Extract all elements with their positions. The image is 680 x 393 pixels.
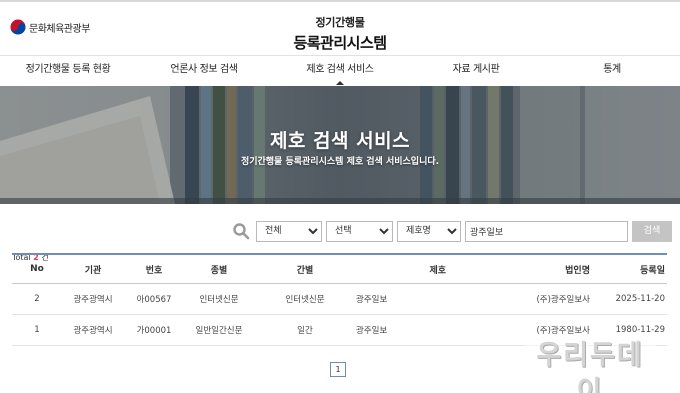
cell-no: 1 bbox=[34, 325, 40, 335]
search-bar: 전체 선택 제호명 검색 bbox=[232, 220, 672, 242]
cell-title[interactable]: 광주일보 bbox=[356, 293, 446, 305]
field-select[interactable]: 제호명 bbox=[397, 220, 461, 242]
cell-title[interactable]: 광주일보 bbox=[356, 324, 446, 336]
cell-frequency: 일간 bbox=[297, 326, 313, 336]
system-title-line1: 정기간행물 bbox=[315, 16, 365, 29]
cell-no: 2 bbox=[34, 294, 40, 304]
cell-kind: 일반일간신문 bbox=[195, 326, 243, 336]
cell-frequency: 인터넷신문 bbox=[285, 295, 325, 305]
nav-item-board[interactable]: 자료 게시판 bbox=[408, 56, 544, 85]
system-title-line2: 등록관리시스템 bbox=[293, 34, 387, 52]
col-header-title: 제호 bbox=[429, 265, 446, 276]
system-title[interactable]: 정기간행물 등록관리시스템 bbox=[0, 14, 680, 53]
cell-kind: 인터넷신문 bbox=[199, 295, 239, 305]
cell-agency: 광주광역시 bbox=[73, 295, 113, 305]
hero-banner: 제호 검색 서비스 정기간행물 등록관리시스템 제호 검색 서비스입니다. bbox=[0, 86, 680, 204]
table-row[interactable]: 2 광주광역시 아00567 인터넷신문 인터넷신문 광주일보 (주)광주일보사… bbox=[12, 284, 667, 315]
col-header-corporation: 법인명 bbox=[565, 265, 590, 276]
search-button[interactable]: 검색 bbox=[632, 220, 672, 242]
cell-agency: 광주광역시 bbox=[73, 326, 113, 336]
nav-item-title-search[interactable]: 제호 검색 서비스 bbox=[272, 56, 408, 85]
watermark-text: 우리두데이 bbox=[536, 340, 644, 393]
cell-corporation: (주)광주일보사 bbox=[536, 295, 590, 305]
col-header-date: 등록일 bbox=[640, 265, 665, 276]
category-select[interactable]: 전체 bbox=[256, 220, 322, 242]
nav-item-statistics[interactable]: 통계 bbox=[544, 56, 680, 85]
watermark: 우리두데이 bbox=[524, 338, 656, 393]
main-nav: 정기간행물 등록 현황 언론사 정보 검색 제호 검색 서비스 자료 게시판 통… bbox=[0, 55, 680, 85]
cell-date: 2025-11-20 bbox=[615, 294, 665, 304]
banner-subtitle: 정기간행물 등록관리시스템 제호 검색 서비스입니다. bbox=[240, 157, 440, 167]
banner-title: 제호 검색 서비스 bbox=[269, 130, 411, 152]
cell-corporation: (주)광주일보사 bbox=[536, 326, 590, 336]
cell-number: 아00567 bbox=[136, 295, 172, 305]
cell-date: 1980-11-29 bbox=[615, 325, 665, 335]
nav-item-press-search[interactable]: 언론사 정보 검색 bbox=[136, 56, 272, 85]
type-select[interactable]: 선택 bbox=[326, 220, 393, 242]
col-header-frequency: 간별 bbox=[296, 265, 314, 276]
page-button-1[interactable]: 1 bbox=[330, 362, 346, 377]
search-input[interactable] bbox=[465, 220, 628, 242]
col-header-agency: 기관 bbox=[84, 265, 102, 276]
table-header: No 기관 번호 종별 간별 제호 법인명 등록일 bbox=[12, 255, 667, 284]
top-border bbox=[0, 0, 680, 2]
col-header-kind: 종별 bbox=[210, 265, 228, 276]
search-icon[interactable] bbox=[232, 222, 250, 240]
col-header-no: No bbox=[30, 264, 44, 274]
cell-number: 가00001 bbox=[136, 326, 172, 336]
nav-item-registration-status[interactable]: 정기간행물 등록 현황 bbox=[0, 56, 136, 85]
results-table: No 기관 번호 종별 간별 제호 법인명 등록일 2 광주광역시 아00567… bbox=[12, 253, 667, 346]
col-header-number: 번호 bbox=[145, 265, 163, 276]
